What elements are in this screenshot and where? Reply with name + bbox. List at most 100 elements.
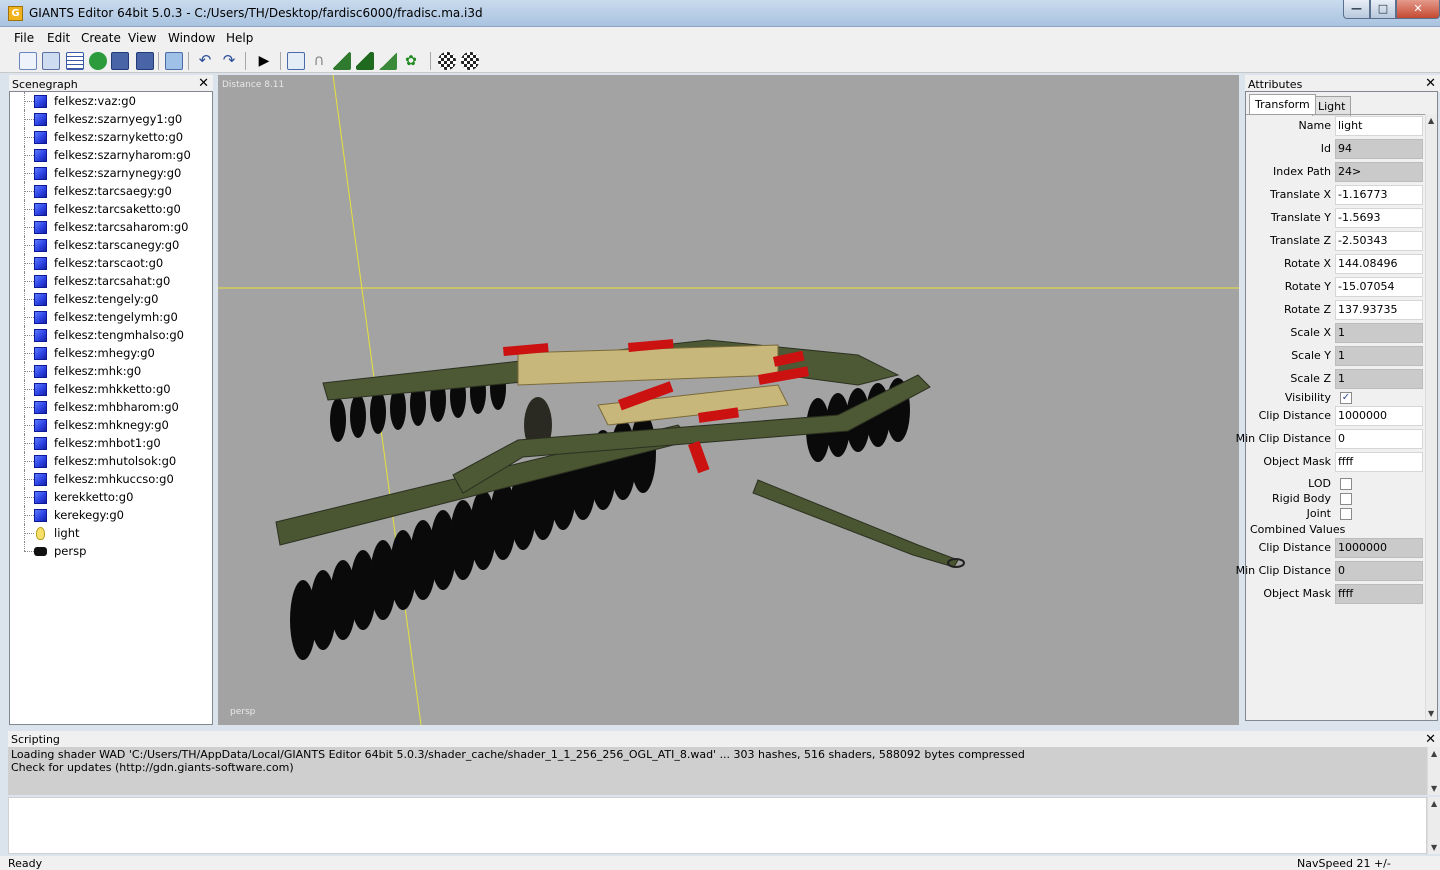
minimize-button[interactable]: —: [1343, 0, 1370, 19]
tab-light[interactable]: Light: [1312, 96, 1352, 116]
new-icon[interactable]: [19, 52, 37, 70]
scenegraph-item[interactable]: felkesz:mhk:g0: [10, 362, 212, 380]
scenegraph-item[interactable]: felkesz:tarcsaharom:g0: [10, 218, 212, 236]
terrain-smooth-icon[interactable]: [379, 52, 397, 70]
magnet-icon[interactable]: ∩: [310, 52, 328, 70]
attribute-value-field[interactable]: 137.93735: [1335, 300, 1423, 320]
tree-line: [24, 353, 34, 354]
scenegraph-item[interactable]: felkesz:szarnynegy:g0: [10, 164, 212, 182]
tree-line: [24, 407, 34, 408]
scenegraph-item[interactable]: kerekegy:g0: [10, 506, 212, 524]
scenegraph-item[interactable]: felkesz:tarcsahat:g0: [10, 272, 212, 290]
scenegraph-item[interactable]: felkesz:mhbot1:g0: [10, 434, 212, 452]
scroll-down-icon[interactable]: ▼: [1431, 784, 1437, 793]
scenegraph-item[interactable]: felkesz:mhegy:g0: [10, 344, 212, 362]
menu-edit[interactable]: Edit: [47, 31, 70, 45]
save-as-icon[interactable]: [136, 52, 154, 70]
scroll-up-icon[interactable]: ▲: [1431, 799, 1437, 808]
scenegraph-item[interactable]: felkesz:mhknegy:g0: [10, 416, 212, 434]
attribute-value-field[interactable]: -1.5693: [1335, 208, 1423, 228]
attribute-value-field[interactable]: -2.50343: [1335, 231, 1423, 251]
scroll-down-icon[interactable]: ▼: [1428, 709, 1434, 718]
attribute-checkbox[interactable]: [1340, 478, 1352, 490]
scripting-header: Scripting ✕: [8, 731, 1440, 747]
checker-select-icon[interactable]: [461, 52, 479, 70]
play-icon[interactable]: ▶: [255, 52, 273, 70]
tree-line: [24, 542, 25, 551]
undo-icon[interactable]: ↶: [196, 52, 214, 70]
scripting-close-button[interactable]: ✕: [1425, 732, 1436, 747]
scenegraph-item[interactable]: felkesz:tarscaot:g0: [10, 254, 212, 272]
scenegraph-item[interactable]: persp: [10, 542, 212, 560]
scenegraph-item[interactable]: felkesz:vaz:g0: [10, 92, 212, 110]
scroll-up-icon[interactable]: ▲: [1431, 749, 1437, 758]
scenegraph-item[interactable]: felkesz:mhkuccso:g0: [10, 470, 212, 488]
scenegraph-item[interactable]: felkesz:szarnyharom:g0: [10, 146, 212, 164]
scenegraph-item[interactable]: felkesz:tarcsaegy:g0: [10, 182, 212, 200]
open-icon[interactable]: [42, 52, 60, 70]
attribute-label: Rigid Body: [1272, 492, 1331, 505]
menu-help[interactable]: Help: [226, 31, 253, 45]
attribute-value-field[interactable]: light: [1335, 116, 1423, 136]
scenegraph-item[interactable]: felkesz:tarscanegy:g0: [10, 236, 212, 254]
3d-viewport[interactable]: Distance 8.11 persp: [218, 75, 1239, 725]
attribute-value-field[interactable]: ffff: [1335, 452, 1423, 472]
foliage-icon[interactable]: ✿: [402, 52, 420, 70]
scenegraph-item[interactable]: light: [10, 524, 212, 542]
menu-create[interactable]: Create: [81, 31, 121, 45]
save-icon[interactable]: [111, 52, 129, 70]
menu-window[interactable]: Window: [168, 31, 215, 45]
scenegraph-item[interactable]: felkesz:mhbharom:g0: [10, 398, 212, 416]
checker-icon[interactable]: [438, 52, 456, 70]
scroll-down-icon[interactable]: ▼: [1431, 843, 1437, 852]
shape-cube-icon: [34, 257, 47, 270]
attribute-value-field[interactable]: -1.16773: [1335, 185, 1423, 205]
scenegraph-item[interactable]: felkesz:szarnyegy1:g0: [10, 110, 212, 128]
input-scrollbar[interactable]: ▲ ▼: [1427, 797, 1440, 854]
scenegraph-item[interactable]: felkesz:tengely:g0: [10, 290, 212, 308]
scenegraph-tree[interactable]: felkesz:vaz:g0 felkesz:szarnyegy1:g0 felke…: [9, 91, 213, 725]
attribute-value-field[interactable]: -15.07054: [1335, 277, 1423, 297]
tab-transform[interactable]: Transform: [1249, 94, 1316, 114]
close-window-button[interactable]: ✕: [1396, 0, 1440, 19]
scenegraph-item-label: felkesz:szarnyegy1:g0: [54, 112, 183, 126]
attribute-value-field[interactable]: 1000000: [1335, 406, 1423, 426]
scenegraph-close-button[interactable]: ✕: [198, 76, 209, 91]
maximize-button[interactable]: □: [1370, 0, 1396, 19]
refresh-icon[interactable]: [89, 52, 107, 70]
script-input[interactable]: [8, 797, 1427, 854]
list-icon[interactable]: [66, 52, 84, 70]
visibility-checkbox[interactable]: ✓: [1340, 392, 1352, 404]
menu-view[interactable]: View: [128, 31, 156, 45]
shape-cube-icon: [34, 419, 47, 432]
attribute-checkbox[interactable]: [1340, 508, 1352, 520]
scenegraph-item[interactable]: felkesz:szarnyketto:g0: [10, 128, 212, 146]
output-scrollbar[interactable]: ▲ ▼: [1427, 747, 1440, 795]
menu-file[interactable]: File: [14, 31, 34, 45]
attribute-value-field[interactable]: 0: [1335, 429, 1423, 449]
tree-line: [24, 443, 34, 444]
attribute-value-field: 94: [1335, 139, 1423, 159]
attribute-value-field[interactable]: 144.08496: [1335, 254, 1423, 274]
attributes-scrollbar[interactable]: ▲ ▼: [1425, 114, 1437, 720]
redo-icon[interactable]: ↷: [220, 52, 238, 70]
attribute-checkbox[interactable]: [1340, 493, 1352, 505]
scenegraph-item[interactable]: felkesz:tengmhalso:g0: [10, 326, 212, 344]
scroll-up-icon[interactable]: ▲: [1428, 116, 1434, 125]
scenegraph-item[interactable]: kerekketto:g0: [10, 488, 212, 506]
tree-line: [24, 425, 34, 426]
home-icon[interactable]: [287, 52, 305, 70]
attribute-label: Clip Distance: [1258, 541, 1331, 554]
scripting-output: Loading shader WAD 'C:/Users/TH/AppData/…: [8, 747, 1427, 795]
scenegraph-item[interactable]: felkesz:mhutolsok:g0: [10, 452, 212, 470]
scenegraph-item[interactable]: felkesz:tengelymh:g0: [10, 308, 212, 326]
navspeed-readout: NavSpeed 21 +/-: [1297, 857, 1391, 870]
toolbar-separator: [245, 52, 246, 70]
scenegraph-item[interactable]: felkesz:tarcsaketto:g0: [10, 200, 212, 218]
scenegraph-item-label: felkesz:tarcsaegy:g0: [54, 184, 172, 198]
attributes-close-button[interactable]: ✕: [1425, 76, 1436, 91]
terrain-paint-icon[interactable]: [356, 52, 374, 70]
terrain-edit-icon[interactable]: [333, 52, 351, 70]
import-icon[interactable]: [165, 52, 183, 70]
scenegraph-item[interactable]: felkesz:mhkketto:g0: [10, 380, 212, 398]
